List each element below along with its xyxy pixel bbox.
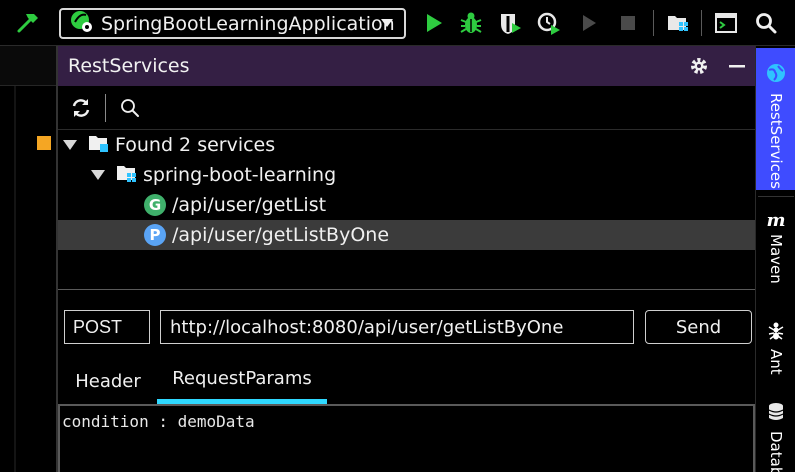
toolbar-separator: [701, 10, 702, 36]
tab-header[interactable]: Header: [72, 358, 144, 404]
expand-triangle-icon[interactable]: [63, 140, 77, 150]
action-separator: [105, 94, 106, 122]
strip-separator: [758, 196, 794, 197]
main-toolbar: SpringBootLearningApplication: [0, 0, 795, 46]
tree-endpoint-row-selected[interactable]: P /api/user/getListByOne: [58, 220, 755, 250]
globe-icon: [765, 62, 787, 89]
tool-window-actions: [58, 86, 755, 130]
tool-button-label: Datab: [767, 431, 785, 472]
expand-triangle-icon[interactable]: [91, 170, 105, 180]
post-method-badge-icon: P: [144, 224, 166, 246]
debug-icon[interactable]: [456, 8, 486, 38]
module-folder-icon: [115, 162, 139, 189]
build-hammer-icon[interactable]: [14, 8, 44, 38]
tool-button-label: Ant: [767, 349, 785, 375]
tool-button-label: RestServices: [767, 93, 785, 189]
spring-boot-icon: [69, 9, 95, 38]
editor-strip: [0, 46, 56, 472]
request-url-field[interactable]: http://localhost:8080/api/user/getListBy…: [160, 310, 634, 344]
rest-services-tool-button[interactable]: RestServices: [756, 48, 795, 190]
search-icon[interactable]: [117, 95, 143, 121]
search-icon[interactable]: [751, 8, 781, 38]
tree-root-label: Found 2 services: [115, 134, 276, 156]
tool-button-label: Maven: [767, 234, 785, 284]
tree-root-row[interactable]: Found 2 services: [58, 130, 755, 160]
endpoint-path: /api/user/getList: [172, 194, 327, 216]
coverage-icon[interactable]: [495, 8, 525, 38]
send-button[interactable]: Send: [645, 310, 752, 344]
tree-module-row[interactable]: spring-boot-learning: [58, 160, 755, 190]
tab-request-params[interactable]: RequestParams: [157, 358, 327, 404]
tool-window-title: RestServices: [68, 55, 190, 77]
database-tool-button[interactable]: Datab: [756, 402, 795, 472]
maven-tool-button[interactable]: m Maven: [756, 206, 795, 296]
refresh-icon[interactable]: [68, 95, 94, 121]
attach-icon[interactable]: [574, 8, 604, 38]
endpoint-path: /api/user/getListByOne: [172, 224, 390, 246]
rest-services-tool-window: RestServices Found 2 services spring-boo…: [56, 46, 755, 472]
run-configuration-label: SpringBootLearningApplication: [101, 12, 395, 35]
http-method-field[interactable]: POST: [64, 310, 150, 344]
chevron-down-icon: [380, 16, 394, 35]
warning-marker-icon[interactable]: [37, 136, 51, 150]
terminal-window-icon[interactable]: [711, 8, 741, 38]
folder-services-icon: [87, 132, 111, 159]
editor-tab-bar: [0, 46, 56, 86]
minimize-icon[interactable]: [724, 53, 750, 79]
tool-window-header: RestServices: [58, 46, 755, 86]
run-configuration-selector[interactable]: SpringBootLearningApplication: [59, 8, 406, 39]
profile-icon[interactable]: [534, 8, 564, 38]
tree-module-label: spring-boot-learning: [143, 164, 337, 186]
services-tree: Found 2 services spring-boot-learning G …: [58, 130, 755, 290]
tree-endpoint-row[interactable]: G /api/user/getList: [58, 190, 755, 220]
run-icon[interactable]: [419, 8, 449, 38]
get-method-badge-icon: G: [144, 194, 166, 216]
request-params-editor[interactable]: condition : demoData: [58, 404, 755, 472]
database-icon: [767, 402, 785, 427]
right-tool-strip: RestServices m Maven Ant Datab: [755, 46, 795, 472]
stop-icon[interactable]: [613, 8, 643, 38]
editor-gutter: [14, 86, 16, 472]
project-structure-icon[interactable]: [664, 8, 694, 38]
toolbar-separator: [653, 10, 654, 36]
gear-icon[interactable]: [686, 53, 712, 79]
maven-icon: m: [766, 210, 786, 231]
request-tabs: Header RequestParams: [58, 358, 755, 404]
ant-icon: [766, 320, 786, 345]
ant-tool-button[interactable]: Ant: [756, 320, 795, 390]
